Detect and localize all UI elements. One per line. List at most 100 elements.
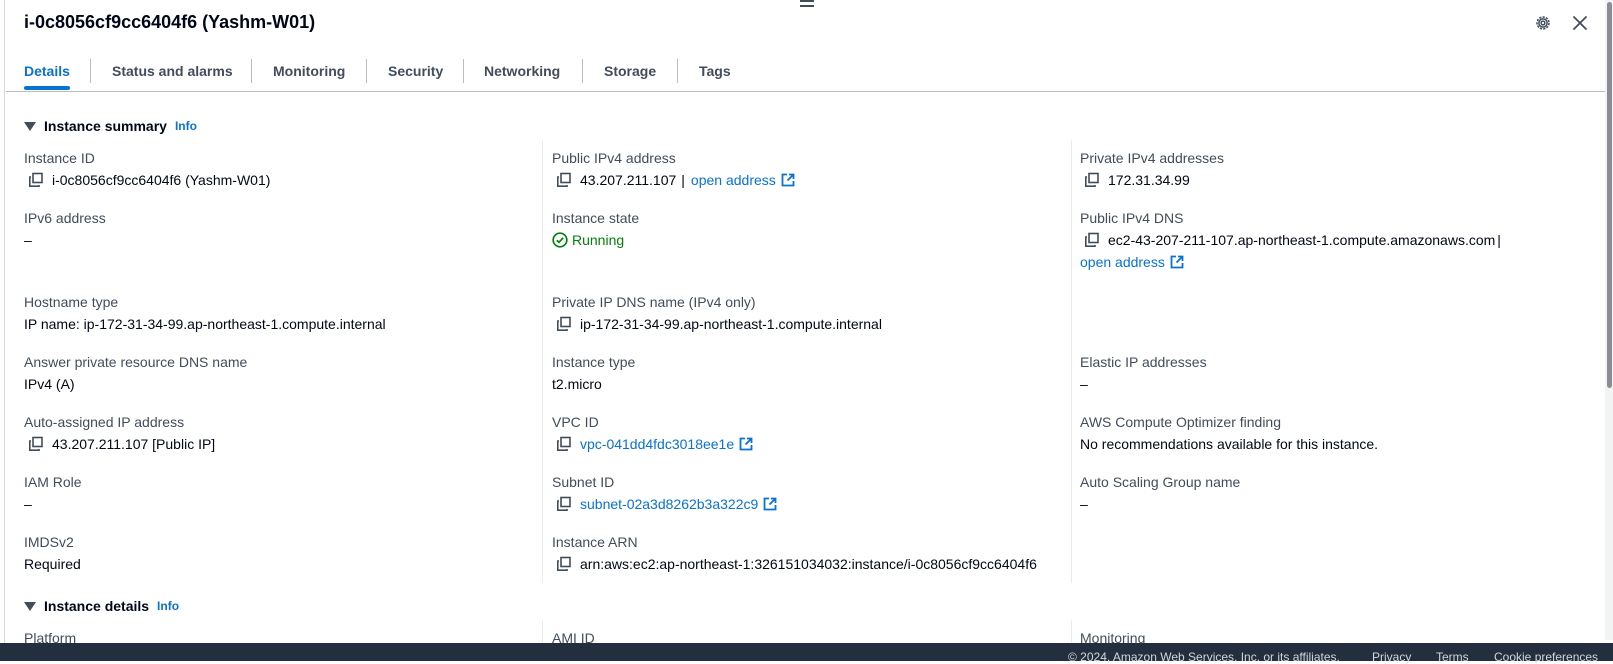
instance-state-field: Instance state Running	[552, 210, 639, 248]
field-label: Instance ID	[24, 150, 95, 166]
field-label: Hostname type	[24, 294, 119, 310]
close-icon[interactable]	[1571, 14, 1589, 32]
copy-icon[interactable]	[556, 436, 572, 452]
section-title: Instance summary	[44, 118, 167, 134]
external-link-icon[interactable]	[739, 437, 753, 451]
tab-details[interactable]: Details	[24, 59, 70, 90]
field-label: AWS Compute Optimizer finding	[1080, 414, 1281, 430]
drag-handle-icon[interactable]	[800, 0, 814, 12]
field-value: 43.207.211.107 | open address	[552, 172, 795, 188]
field-label: Instance ARN	[552, 534, 638, 550]
copy-icon[interactable]	[1084, 232, 1100, 248]
instance-type-field: Instance type t2.micro	[552, 354, 635, 392]
copy-icon[interactable]	[1084, 172, 1100, 188]
separator: |	[681, 172, 685, 188]
field-label: IMDSv2	[24, 534, 74, 550]
field-label: Auto-assigned IP address	[24, 414, 185, 430]
footer-cookie-link[interactable]: Cookie preferences	[1494, 650, 1598, 664]
auto-ip-field: Auto-assigned IP address 43.207.211.107 …	[24, 414, 215, 452]
answer-dns-field: Answer private resource DNS name IPv4 (A…	[24, 354, 247, 392]
external-link-icon[interactable]	[763, 497, 777, 511]
footer: © 2024, Amazon Web Services, Inc. or its…	[0, 643, 1613, 664]
copy-icon[interactable]	[556, 316, 572, 332]
instance-arn-field: Instance ARN arn:aws:ec2:ap-northeast-1:…	[552, 534, 1037, 572]
vpc-id-link[interactable]: vpc-041dd4fdc3018ee1e	[580, 436, 734, 452]
optimizer-field: AWS Compute Optimizer finding No recomme…	[1080, 414, 1378, 452]
tab-networking[interactable]: Networking	[484, 59, 560, 89]
tab-bar: Details Status and alarms Monitoring Sec…	[6, 59, 1610, 92]
field-label: Instance state	[552, 210, 640, 226]
instance-summary-toggle[interactable]: Instance summary Info	[24, 116, 197, 136]
field-value: arn:aws:ec2:ap-northeast-1:326151034032:…	[552, 556, 1037, 572]
tab-divider	[90, 59, 91, 83]
footer-terms-link[interactable]: Terms	[1436, 650, 1469, 664]
public-dns-value: ec2-43-207-211-107.ap-northeast-1.comput…	[1108, 232, 1496, 248]
field-value: ip-172-31-34-99.ap-northeast-1.compute.i…	[552, 316, 882, 332]
field-value: 43.207.211.107 [Public IP]	[24, 436, 215, 452]
public-ipv4-field: Public IPv4 address 43.207.211.107 | ope…	[552, 150, 795, 188]
field-label: Public IPv4 address	[552, 150, 676, 166]
info-link[interactable]: Info	[175, 119, 197, 133]
hostname-type-value: IP name: ip-172-31-34-99.ap-northeast-1.…	[24, 316, 386, 332]
external-link-icon[interactable]	[1170, 255, 1184, 269]
field-label: Instance type	[552, 354, 636, 370]
gear-icon[interactable]	[1534, 14, 1552, 32]
open-address-link[interactable]: open address	[1080, 254, 1165, 270]
private-ipv4-field: Private IPv4 addresses 172.31.34.99	[1080, 150, 1224, 188]
iam-role-field: IAM Role –	[24, 474, 82, 512]
instance-type-value: t2.micro	[552, 376, 602, 392]
field-value: open address	[1080, 254, 1501, 270]
tab-divider	[677, 59, 678, 83]
private-dns-value: ip-172-31-34-99.ap-northeast-1.compute.i…	[580, 316, 882, 332]
scrollbar-thumb[interactable]	[1607, 2, 1612, 388]
status-running: Running	[572, 232, 625, 248]
field-value: ec2-43-207-211-107.ap-northeast-1.comput…	[1080, 232, 1501, 248]
asg-field: Auto Scaling Group name –	[1080, 474, 1240, 512]
field-value: i-0c8056cf9cc6404f6 (Yashm-W01)	[24, 172, 270, 188]
subnet-id-link[interactable]: subnet-02a3d8262b3a322c9	[580, 496, 758, 512]
footer-privacy-link[interactable]: Privacy	[1372, 650, 1411, 664]
hostname-type-field: Hostname type IP name: ip-172-31-34-99.a…	[24, 294, 386, 332]
tab-tags[interactable]: Tags	[699, 59, 731, 89]
column-divider	[1071, 140, 1072, 583]
field-label: Private IP DNS name (IPv4 only)	[552, 294, 756, 310]
tab-storage[interactable]: Storage	[604, 59, 656, 89]
field-label: Public IPv4 DNS	[1080, 210, 1184, 226]
instance-details-toggle[interactable]: Instance details Info	[24, 596, 179, 616]
field-label: Subnet ID	[552, 474, 615, 490]
tab-status-and-alarms[interactable]: Status and alarms	[112, 59, 233, 89]
column-divider	[542, 620, 543, 643]
elastic-ip-field: Elastic IP addresses –	[1080, 354, 1207, 392]
column-divider	[542, 140, 543, 583]
instance-id-field: Instance ID i-0c8056cf9cc6404f6 (Yashm-W…	[24, 150, 270, 188]
ipv6-field: IPv6 address –	[24, 210, 106, 248]
tab-monitoring[interactable]: Monitoring	[273, 59, 345, 89]
section-title: Instance details	[44, 598, 150, 614]
public-ipv4-value: 43.207.211.107	[580, 172, 677, 188]
copy-icon[interactable]	[556, 556, 572, 572]
tab-security[interactable]: Security	[388, 59, 443, 89]
field-label: IAM Role	[24, 474, 82, 490]
external-link-icon[interactable]	[781, 173, 795, 187]
copy-icon[interactable]	[556, 172, 572, 188]
vertical-scrollbar[interactable]	[1605, 0, 1613, 640]
open-address-link[interactable]: open address	[691, 172, 776, 188]
field-label: IPv6 address	[24, 210, 106, 226]
tab-divider	[582, 59, 583, 83]
caret-down-icon	[24, 121, 36, 131]
iam-role-value: –	[24, 496, 32, 512]
panel-left-border	[4, 0, 5, 661]
check-circle-icon	[552, 232, 568, 248]
copy-icon[interactable]	[28, 172, 44, 188]
ipv6-value: –	[24, 232, 32, 248]
field-label: Elastic IP addresses	[1080, 354, 1207, 370]
copy-icon[interactable]	[28, 436, 44, 452]
page-title: i-0c8056cf9cc6404f6 (Yashm-W01)	[24, 12, 316, 32]
imdsv2-field: IMDSv2 Required	[24, 534, 81, 572]
info-link[interactable]: Info	[157, 599, 179, 613]
field-label: VPC ID	[552, 414, 599, 430]
tab-divider	[366, 59, 367, 83]
copy-icon[interactable]	[556, 496, 572, 512]
field-label: Private IPv4 addresses	[1080, 150, 1224, 166]
field-value: subnet-02a3d8262b3a322c9	[552, 496, 777, 512]
